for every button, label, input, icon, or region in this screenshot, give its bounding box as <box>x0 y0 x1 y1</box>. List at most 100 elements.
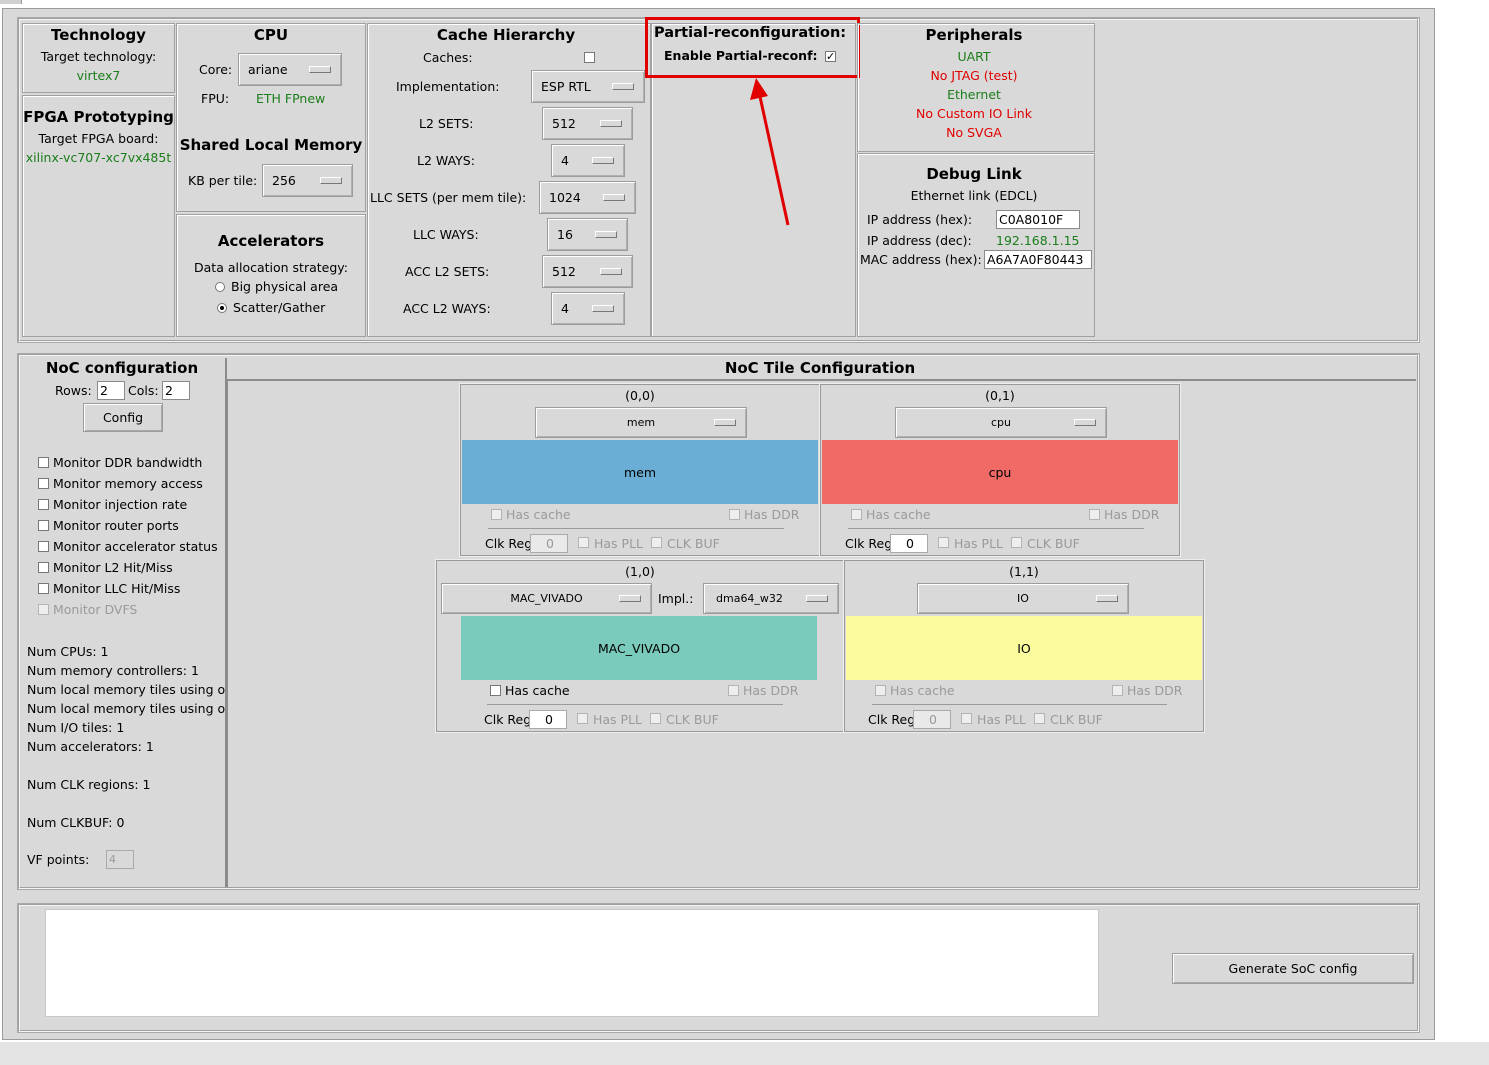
has-cache-label: Has cache <box>505 683 570 698</box>
fpu-label: FPU: <box>201 91 230 106</box>
caches-checkbox[interactable] <box>584 52 595 63</box>
tile-type-value: cpu <box>990 416 1011 429</box>
rows-input[interactable]: 2 <box>97 381 125 400</box>
tile-type-select[interactable]: cpu <box>895 407 1107 438</box>
has-pll-checkbox[interactable] <box>938 537 949 548</box>
output-console[interactable] <box>45 909 1099 1017</box>
svga-status: No SVGA <box>946 125 1002 140</box>
core-select[interactable]: ariane <box>238 53 342 86</box>
kb-per-tile-select[interactable]: 256 <box>262 164 353 197</box>
tile-separator <box>848 528 1144 529</box>
monitor-row[interactable]: Monitor L2 Hit/Miss <box>38 560 226 578</box>
ip-hex-input[interactable]: C0A8010F <box>996 210 1080 229</box>
core-value: ariane <box>248 62 288 77</box>
vf-points-label: VF points: <box>27 852 90 867</box>
acc-l2-ways-label: ACC L2 WAYS: <box>403 301 491 316</box>
l2-sets-select[interactable]: 512 <box>542 107 633 140</box>
implementation-select[interactable]: ESP RTL <box>531 70 645 103</box>
ethernet-status: Ethernet <box>947 87 1001 102</box>
has-ddr-label: Has DDR <box>1104 507 1160 522</box>
has-cache-checkbox[interactable] <box>491 509 502 520</box>
tile-coordinate: (1,1) <box>1009 564 1039 579</box>
ip-dec-value: 192.168.1.15 <box>996 233 1080 248</box>
impl-select[interactable]: dma64_w32 <box>703 583 839 614</box>
monitor-row[interactable]: Monitor DVFS <box>38 602 226 620</box>
has-pll-checkbox[interactable] <box>961 713 972 724</box>
clk-reg-label: Clk Reg <box>845 536 893 551</box>
tile-type-select[interactable]: mem <box>535 407 747 438</box>
peripherals-title: Peripherals <box>925 26 1023 44</box>
num-accelerators: Num accelerators: 1 <box>27 739 154 754</box>
has-ddr-checkbox[interactable] <box>728 685 739 696</box>
llc-ways-select[interactable]: 16 <box>547 218 628 251</box>
l2-sets-value: 512 <box>552 116 576 131</box>
has-ddr-checkbox[interactable] <box>1112 685 1123 696</box>
generate-soc-config-button[interactable]: Generate SoC config <box>1172 953 1414 984</box>
technology-title: Technology <box>51 26 146 44</box>
monitor-checkbox[interactable] <box>38 541 49 552</box>
acc-l2-sets-select[interactable]: 512 <box>542 255 633 288</box>
l2-ways-select[interactable]: 4 <box>551 144 625 177</box>
num-cpus: Num CPUs: 1 <box>27 644 109 659</box>
monitor-row[interactable]: Monitor injection rate <box>38 497 226 515</box>
monitor-row[interactable]: Monitor router ports <box>38 518 226 536</box>
target-technology-value: virtex7 <box>76 68 121 83</box>
monitor-checkbox[interactable] <box>38 604 49 615</box>
clk-buf-checkbox[interactable] <box>651 537 662 548</box>
clk-reg-spinbox[interactable]: 0 <box>529 710 567 729</box>
llc-sets-select[interactable]: 1024 <box>539 181 636 214</box>
dropdown-indicator-icon <box>1096 594 1118 602</box>
clk-buf-label: CLK BUF <box>1050 712 1103 727</box>
num-clkbuf: Num CLKBUF: 0 <box>27 815 125 830</box>
clk-buf-checkbox[interactable] <box>1034 713 1045 724</box>
l2-ways-value: 4 <box>561 153 569 168</box>
clk-reg-spinbox[interactable]: 0 <box>890 534 928 553</box>
monitor-checkbox[interactable] <box>38 457 49 468</box>
has-cache-checkbox[interactable] <box>851 509 862 520</box>
radio-scatter-gather[interactable] <box>217 303 227 313</box>
monitor-row[interactable]: Monitor DDR bandwidth <box>38 455 226 473</box>
llc-sets-value: 1024 <box>549 190 581 205</box>
monitor-label: Monitor DVFS <box>53 602 138 617</box>
has-ddr-checkbox[interactable] <box>1089 509 1100 520</box>
radio-big-physical-area[interactable] <box>215 282 225 292</box>
dropdown-indicator-icon <box>1074 418 1096 426</box>
tile-type-select[interactable]: IO <box>917 583 1129 614</box>
clk-buf-checkbox[interactable] <box>1011 537 1022 548</box>
has-ddr-checkbox[interactable] <box>729 509 740 520</box>
kb-per-tile-value: 256 <box>272 173 296 188</box>
tile-block-label: IO <box>1017 640 1031 656</box>
implementation-label: Implementation: <box>396 79 500 94</box>
monitor-label: Monitor LLC Hit/Miss <box>53 581 181 596</box>
tile-type-select[interactable]: MAC_VIVADO <box>441 583 652 614</box>
has-cache-checkbox[interactable] <box>490 685 501 696</box>
monitor-row[interactable]: Monitor memory access <box>38 476 226 494</box>
vf-points-input[interactable]: 4 <box>106 850 134 869</box>
cols-input[interactable]: 2 <box>162 381 190 400</box>
l2-sets-label: L2 SETS: <box>419 116 474 131</box>
num-memory-controllers: Num memory controllers: 1 <box>27 663 199 678</box>
clk-reg-spinbox[interactable]: 0 <box>530 534 568 553</box>
tile-block-label: mem <box>623 464 657 480</box>
monitor-row[interactable]: Monitor accelerator status <box>38 539 226 557</box>
monitor-checkbox[interactable] <box>38 499 49 510</box>
clk-reg-spinbox[interactable]: 0 <box>913 710 951 729</box>
monitor-checkbox[interactable] <box>38 583 49 594</box>
monitor-checkbox[interactable] <box>38 478 49 489</box>
has-cache-checkbox[interactable] <box>875 685 886 696</box>
acc-l2-ways-value: 4 <box>561 301 569 316</box>
monitor-row[interactable]: Monitor LLC Hit/Miss <box>38 581 226 599</box>
has-pll-checkbox[interactable] <box>578 537 589 548</box>
fpga-title: FPGA Prototyping <box>23 108 174 126</box>
noc-stats: Num CPUs: 1 Num memory controllers: 1 Nu… <box>27 642 225 832</box>
dropdown-indicator-icon <box>612 82 634 90</box>
acc-l2-ways-select[interactable]: 4 <box>551 292 625 325</box>
has-pll-label: Has PLL <box>594 536 644 551</box>
config-button[interactable]: Config <box>83 403 163 432</box>
has-pll-checkbox[interactable] <box>577 713 588 724</box>
monitor-checkbox[interactable] <box>38 520 49 531</box>
monitor-checkbox[interactable] <box>38 562 49 573</box>
mac-input[interactable]: A6A7A0F80443 <box>984 250 1092 269</box>
clk-buf-checkbox[interactable] <box>650 713 661 724</box>
dropdown-indicator-icon <box>320 176 342 184</box>
